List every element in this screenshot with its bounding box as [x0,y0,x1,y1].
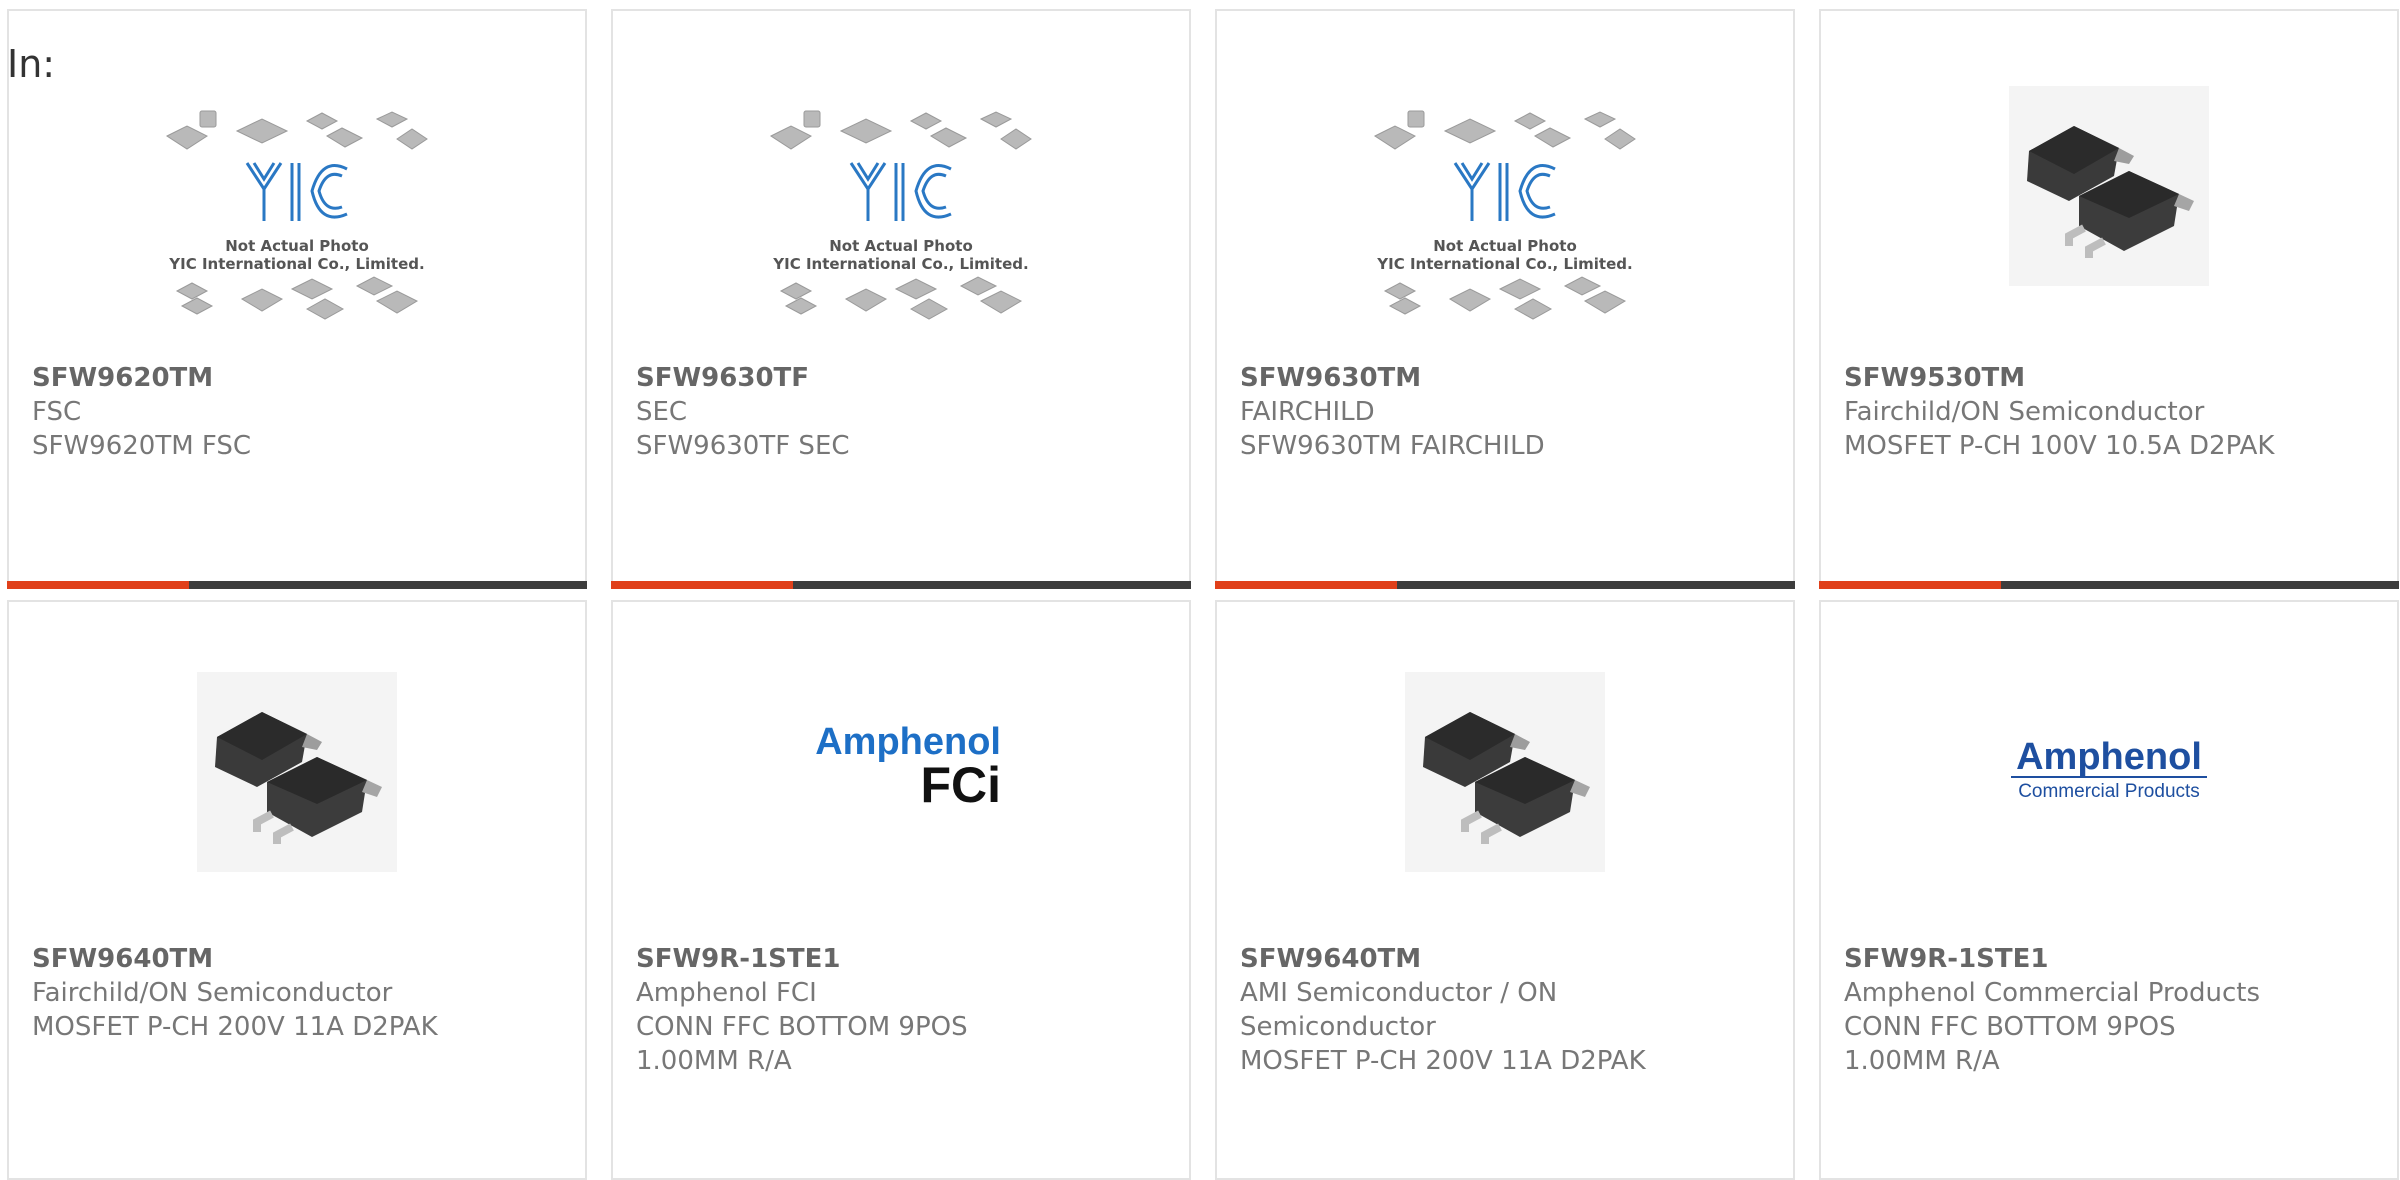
product-image: Not Actual Photo YIC International Co., … [1217,101,1793,341]
part-number[interactable]: SFW9R-1STE1 [1844,942,2377,976]
product-card[interactable]: SFW9640TM AMI Semiconductor / ON Semicon… [1215,600,1795,1180]
manufacturer: Amphenol Commercial Products [1844,978,2260,1008]
svg-text:YIC International Co., Limited: YIC International Co., Limited. [1376,255,1632,273]
product-image [1217,672,1793,872]
manufacturer: Fairchild/ON Semiconductor [32,978,393,1008]
product-card[interactable]: Amphenol FCi SFW9R-1STE1 Amphenol FCI CO… [611,600,1191,1180]
manufacturer: SEC [636,397,688,427]
part-number[interactable]: SFW9630TF [636,361,1169,395]
manufacturer: FSC [32,397,82,427]
description: CONN FFC BOTTOM 9POS [636,1012,968,1042]
description: SFW9620TM FSC [32,431,252,461]
product-card[interactable]: SFW9640TM Fairchild/ON Semiconductor MOS… [7,600,587,1180]
manufacturer-cont: Semiconductor [1240,1012,1436,1042]
description: MOSFET P-CH 200V 11A D2PAK [1240,1046,1646,1076]
svg-text:Not Actual Photo: Not Actual Photo [829,237,973,255]
part-number[interactable]: SFW9630TM [1240,361,1773,395]
card-bar [7,581,587,589]
part-number[interactable]: SFW9530TM [1844,361,2377,395]
in-label: In: [7,42,56,86]
svg-text:Amphenol: Amphenol [2016,737,2202,778]
product-card[interactable]: Not Actual Photo YIC International Co., … [7,9,587,589]
svg-text:FCi: FCi [920,757,1001,812]
description: SFW9630TF SEC [636,431,850,461]
svg-text:Commercial Products: Commercial Products [2018,781,2200,802]
description: SFW9630TM FAIRCHILD [1240,431,1545,461]
amphenol-fci-logo: Amphenol FCi [613,722,1189,812]
product-image [9,672,585,872]
part-number[interactable]: SFW9640TM [1240,942,1773,976]
manufacturer: Amphenol FCI [636,978,817,1008]
svg-text:YIC International Co., Limited: YIC International Co., Limited. [772,255,1028,273]
svg-text:Not Actual Photo: Not Actual Photo [225,237,369,255]
product-card[interactable]: Not Actual Photo YIC International Co., … [1215,9,1795,589]
product-card[interactable]: SFW9530TM Fairchild/ON Semiconductor MOS… [1819,9,2399,589]
card-bar [1215,581,1795,589]
manufacturer: AMI Semiconductor / ON [1240,978,1558,1008]
part-number[interactable]: SFW9640TM [32,942,565,976]
manufacturer: FAIRCHILD [1240,397,1375,427]
manufacturer: Fairchild/ON Semiconductor [1844,397,2205,427]
card-bar [611,581,1191,589]
description: MOSFET P-CH 100V 10.5A D2PAK [1844,431,2275,461]
description: CONN FFC BOTTOM 9POS [1844,1012,2176,1042]
product-card[interactable]: Amphenol Commercial Products SFW9R-1STE1… [1819,600,2399,1180]
amphenol-commercial-logo: Amphenol Commercial Products [1821,737,2397,807]
product-image [1821,86,2397,286]
card-bar [1819,581,2399,589]
part-number[interactable]: SFW9620TM [32,361,565,395]
product-image: Not Actual Photo YIC International Co., … [613,101,1189,341]
description: MOSFET P-CH 200V 11A D2PAK [32,1012,438,1042]
product-image: Not Actual Photo YIC International Co., … [9,101,585,341]
part-number[interactable]: SFW9R-1STE1 [636,942,1169,976]
svg-text:YIC International Co., Limited: YIC International Co., Limited. [168,255,424,273]
svg-text:Not Actual Photo: Not Actual Photo [1433,237,1577,255]
product-card[interactable]: Not Actual Photo YIC International Co., … [611,9,1191,589]
description-cont: 1.00MM R/A [636,1046,792,1076]
description-cont: 1.00MM R/A [1844,1046,2000,1076]
